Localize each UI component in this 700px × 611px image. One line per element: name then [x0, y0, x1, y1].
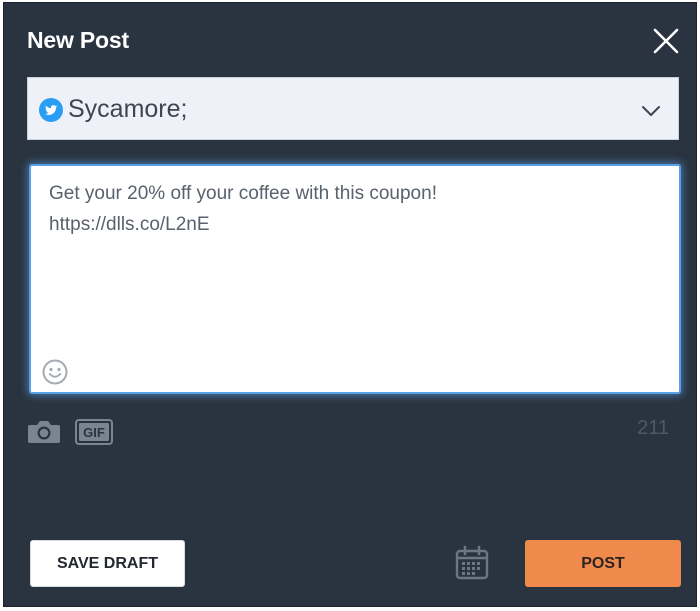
close-icon[interactable]: [650, 25, 682, 57]
dialog-title: New Post: [27, 27, 129, 53]
post-button[interactable]: POST: [525, 540, 681, 587]
post-text-input[interactable]: Get your 20% off your coffee with this c…: [49, 178, 661, 240]
account-name: Sycamore;: [68, 95, 188, 123]
camera-icon[interactable]: [27, 419, 61, 445]
chevron-down-icon[interactable]: [640, 100, 662, 122]
new-post-dialog: New Post Sycamore; Get your 20% off your…: [3, 2, 697, 607]
gif-icon: GIF: [75, 419, 113, 445]
post-composer[interactable]: Get your 20% off your coffee with this c…: [29, 164, 681, 394]
gif-label: GIF: [83, 425, 105, 440]
calendar-icon[interactable]: [454, 545, 490, 581]
twitter-icon: [39, 98, 63, 122]
save-draft-button[interactable]: SAVE DRAFT: [30, 540, 185, 587]
emoji-icon[interactable]: [42, 359, 68, 385]
gif-button[interactable]: GIF: [75, 419, 113, 445]
account-select[interactable]: Sycamore;: [27, 77, 679, 140]
character-counter: 211: [637, 417, 669, 439]
